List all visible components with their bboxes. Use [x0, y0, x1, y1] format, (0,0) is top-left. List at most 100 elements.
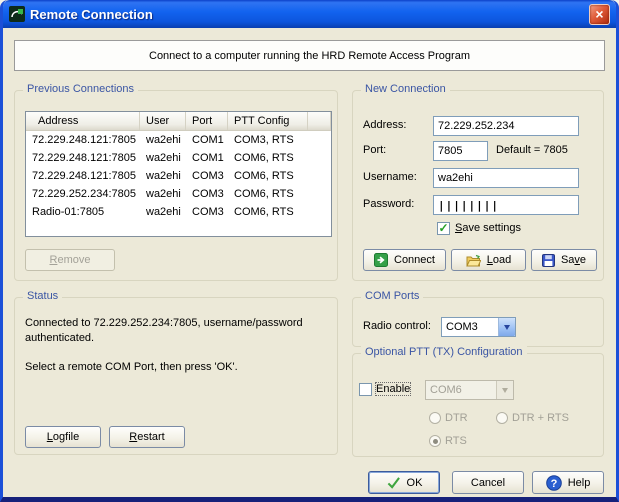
username-value: wa2ehi — [438, 172, 473, 184]
check-icon: ✓ — [438, 221, 448, 235]
address-label: Address: — [363, 119, 406, 131]
radio-label-dtr-rts: DTR + RTS — [512, 412, 569, 424]
connect-icon — [374, 253, 388, 267]
radio-option-dtr: DTR — [429, 412, 468, 424]
port-field[interactable]: 7805 — [433, 141, 488, 161]
restart-button[interactable]: Restart — [109, 426, 185, 448]
port-default-hint: Default = 7805 — [496, 144, 568, 156]
ptt-port-value: COM6 — [426, 384, 496, 396]
cancel-button-label: Cancel — [471, 477, 505, 489]
new-connection-title: New Connection — [361, 83, 450, 95]
list-header[interactable]: Address User Port PTT Config — [26, 112, 331, 131]
help-button[interactable]: ? Help — [532, 471, 604, 494]
password-field[interactable]: |||||||| — [433, 195, 579, 215]
previous-connections-group: Previous Connections Address User Port P… — [14, 90, 338, 281]
table-row[interactable]: Radio-01:7805 wa2ehi COM3 COM6, RTS — [26, 203, 331, 221]
title-bar[interactable]: Remote Connection × — [3, 0, 616, 28]
password-label: Password: — [363, 198, 414, 210]
cell-address[interactable]: 72.229.248.121:7805 — [26, 131, 140, 149]
save-floppy-icon — [542, 254, 555, 267]
ptt-enable-label[interactable]: Enable — [376, 383, 410, 395]
cell-address[interactable]: 72.229.248.121:7805 — [26, 149, 140, 167]
cell-port[interactable]: COM3 — [186, 203, 228, 221]
ok-button[interactable]: OK — [368, 471, 440, 494]
cell-ptt[interactable]: COM6, RTS — [228, 203, 308, 221]
username-label: Username: — [363, 171, 417, 183]
radio-icon — [429, 412, 441, 424]
previous-connections-list[interactable]: Address User Port PTT Config 72.229.248.… — [25, 111, 332, 237]
banner-text: Connect to a computer running the HRD Re… — [149, 50, 470, 62]
svg-text:?: ? — [550, 478, 557, 490]
ptt-config-title: Optional PTT (TX) Configuration — [361, 346, 527, 358]
radio-control-label: Radio control: — [363, 320, 431, 332]
cell-ptt[interactable]: COM6, RTS — [228, 149, 308, 167]
connect-button-label: Connect — [394, 254, 435, 266]
table-row[interactable]: 72.229.248.121:7805 wa2ehi COM1 COM6, RT… — [26, 149, 331, 167]
com-ports-group: COM Ports Radio control: COM3 — [352, 297, 604, 347]
port-value: 7805 — [438, 145, 462, 157]
column-header-user[interactable]: User — [140, 112, 186, 130]
password-masked-value: |||||||| — [438, 199, 499, 212]
table-row[interactable]: 72.229.248.121:7805 wa2ehi COM1 COM3, RT… — [26, 131, 331, 149]
app-icon — [9, 6, 25, 22]
status-title: Status — [23, 290, 62, 302]
remote-connection-dialog: Remote Connection × Connect to a compute… — [0, 0, 619, 502]
close-icon[interactable]: × — [589, 4, 610, 25]
cell-user[interactable]: wa2ehi — [140, 167, 186, 185]
ptt-port-select: COM6 — [425, 380, 514, 400]
status-line-instruction: Select a remote COM Port, then press 'OK… — [25, 360, 327, 375]
cell-port[interactable]: COM3 — [186, 167, 228, 185]
username-field[interactable]: wa2ehi — [433, 168, 579, 188]
radio-control-value: COM3 — [442, 321, 498, 333]
cell-user[interactable]: wa2ehi — [140, 185, 186, 203]
logfile-button-label: Logfile — [47, 431, 79, 443]
ptt-config-group: Optional PTT (TX) Configuration ✓ Enable… — [352, 353, 604, 457]
help-button-label: Help — [568, 477, 591, 489]
cell-port[interactable]: COM1 — [186, 149, 228, 167]
load-folder-icon — [466, 254, 481, 267]
restart-button-label: Restart — [129, 431, 164, 443]
remove-button: Remove — [25, 249, 115, 271]
cell-address[interactable]: Radio-01:7805 — [26, 203, 140, 221]
column-header-address[interactable]: Address — [26, 112, 140, 130]
cell-ptt[interactable]: COM6, RTS — [228, 185, 308, 203]
cell-port[interactable]: COM3 — [186, 185, 228, 203]
save-settings-label[interactable]: Save settings — [455, 222, 521, 234]
cell-ptt[interactable]: COM3, RTS — [228, 131, 308, 149]
port-label: Port: — [363, 144, 386, 156]
column-header-filler — [308, 112, 331, 130]
cancel-button[interactable]: Cancel — [452, 471, 524, 494]
column-header-port[interactable]: Port — [186, 112, 228, 130]
ok-button-label: OK — [407, 477, 423, 489]
radio-control-select[interactable]: COM3 — [441, 317, 516, 337]
window-title: Remote Connection — [30, 7, 589, 22]
connect-button[interactable]: Connect — [363, 249, 446, 271]
load-button[interactable]: Load — [451, 249, 526, 271]
cell-ptt[interactable]: COM6, RTS — [228, 167, 308, 185]
help-icon: ? — [546, 475, 562, 491]
save-button[interactable]: Save — [531, 249, 597, 271]
address-field[interactable]: 72.229.252.234 — [433, 116, 579, 136]
previous-connections-title: Previous Connections — [23, 83, 138, 95]
table-row[interactable]: 72.229.248.121:7805 wa2ehi COM3 COM6, RT… — [26, 167, 331, 185]
cell-address[interactable]: 72.229.252.234:7805 — [26, 185, 140, 203]
save-settings-checkbox[interactable]: ✓ — [437, 222, 450, 235]
radio-label-dtr: DTR — [445, 412, 468, 424]
ptt-enable-checkbox[interactable]: ✓ — [359, 383, 372, 396]
table-row[interactable]: 72.229.252.234:7805 wa2ehi COM3 COM6, RT… — [26, 185, 331, 203]
column-header-ptt-config[interactable]: PTT Config — [228, 112, 308, 130]
chevron-down-icon[interactable] — [498, 318, 515, 336]
new-connection-group: New Connection Address: 72.229.252.234 P… — [352, 90, 604, 281]
logfile-button[interactable]: Logfile — [25, 426, 101, 448]
status-line-connected: Connected to 72.229.252.234:7805, userna… — [25, 316, 327, 346]
address-value: 72.229.252.234 — [438, 120, 514, 132]
cell-user[interactable]: wa2ehi — [140, 131, 186, 149]
radio-option-dtr-rts: DTR + RTS — [496, 412, 569, 424]
ok-check-icon — [386, 476, 401, 489]
cell-user[interactable]: wa2ehi — [140, 203, 186, 221]
cell-user[interactable]: wa2ehi — [140, 149, 186, 167]
cell-address[interactable]: 72.229.248.121:7805 — [26, 167, 140, 185]
radio-icon — [496, 412, 508, 424]
cell-port[interactable]: COM1 — [186, 131, 228, 149]
chevron-down-icon — [496, 381, 513, 399]
